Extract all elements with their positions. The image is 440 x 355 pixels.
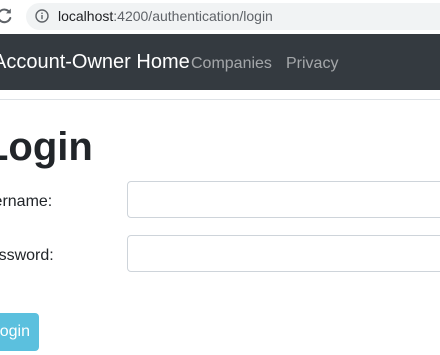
reload-icon[interactable]	[0, 6, 14, 26]
nav-link-companies[interactable]: Companies	[191, 54, 272, 73]
browser-toolbar: localhost:4200/authentication/login	[0, 0, 440, 33]
url-text: localhost:4200/authentication/login	[58, 8, 273, 25]
page: localhost:4200/authentication/login Acco…	[0, 0, 440, 355]
address-bar[interactable]: localhost:4200/authentication/login	[26, 3, 440, 30]
password-label: Password:	[0, 247, 54, 264]
login-button[interactable]: Login	[0, 313, 39, 351]
url-path: :4200/authentication/login	[113, 8, 273, 24]
username-input[interactable]	[127, 181, 440, 218]
nav-link-privacy[interactable]: Privacy	[286, 54, 338, 73]
url-host: localhost	[58, 8, 114, 24]
info-icon[interactable]	[35, 9, 49, 23]
username-label: Username:	[0, 193, 53, 210]
navbar-brand[interactable]: Account-Owner Home	[0, 51, 190, 74]
divider	[0, 99, 440, 100]
navbar: Account-Owner Home Companies Privacy	[0, 34, 440, 90]
password-input[interactable]	[127, 235, 440, 272]
page-title: Login	[0, 125, 93, 169]
